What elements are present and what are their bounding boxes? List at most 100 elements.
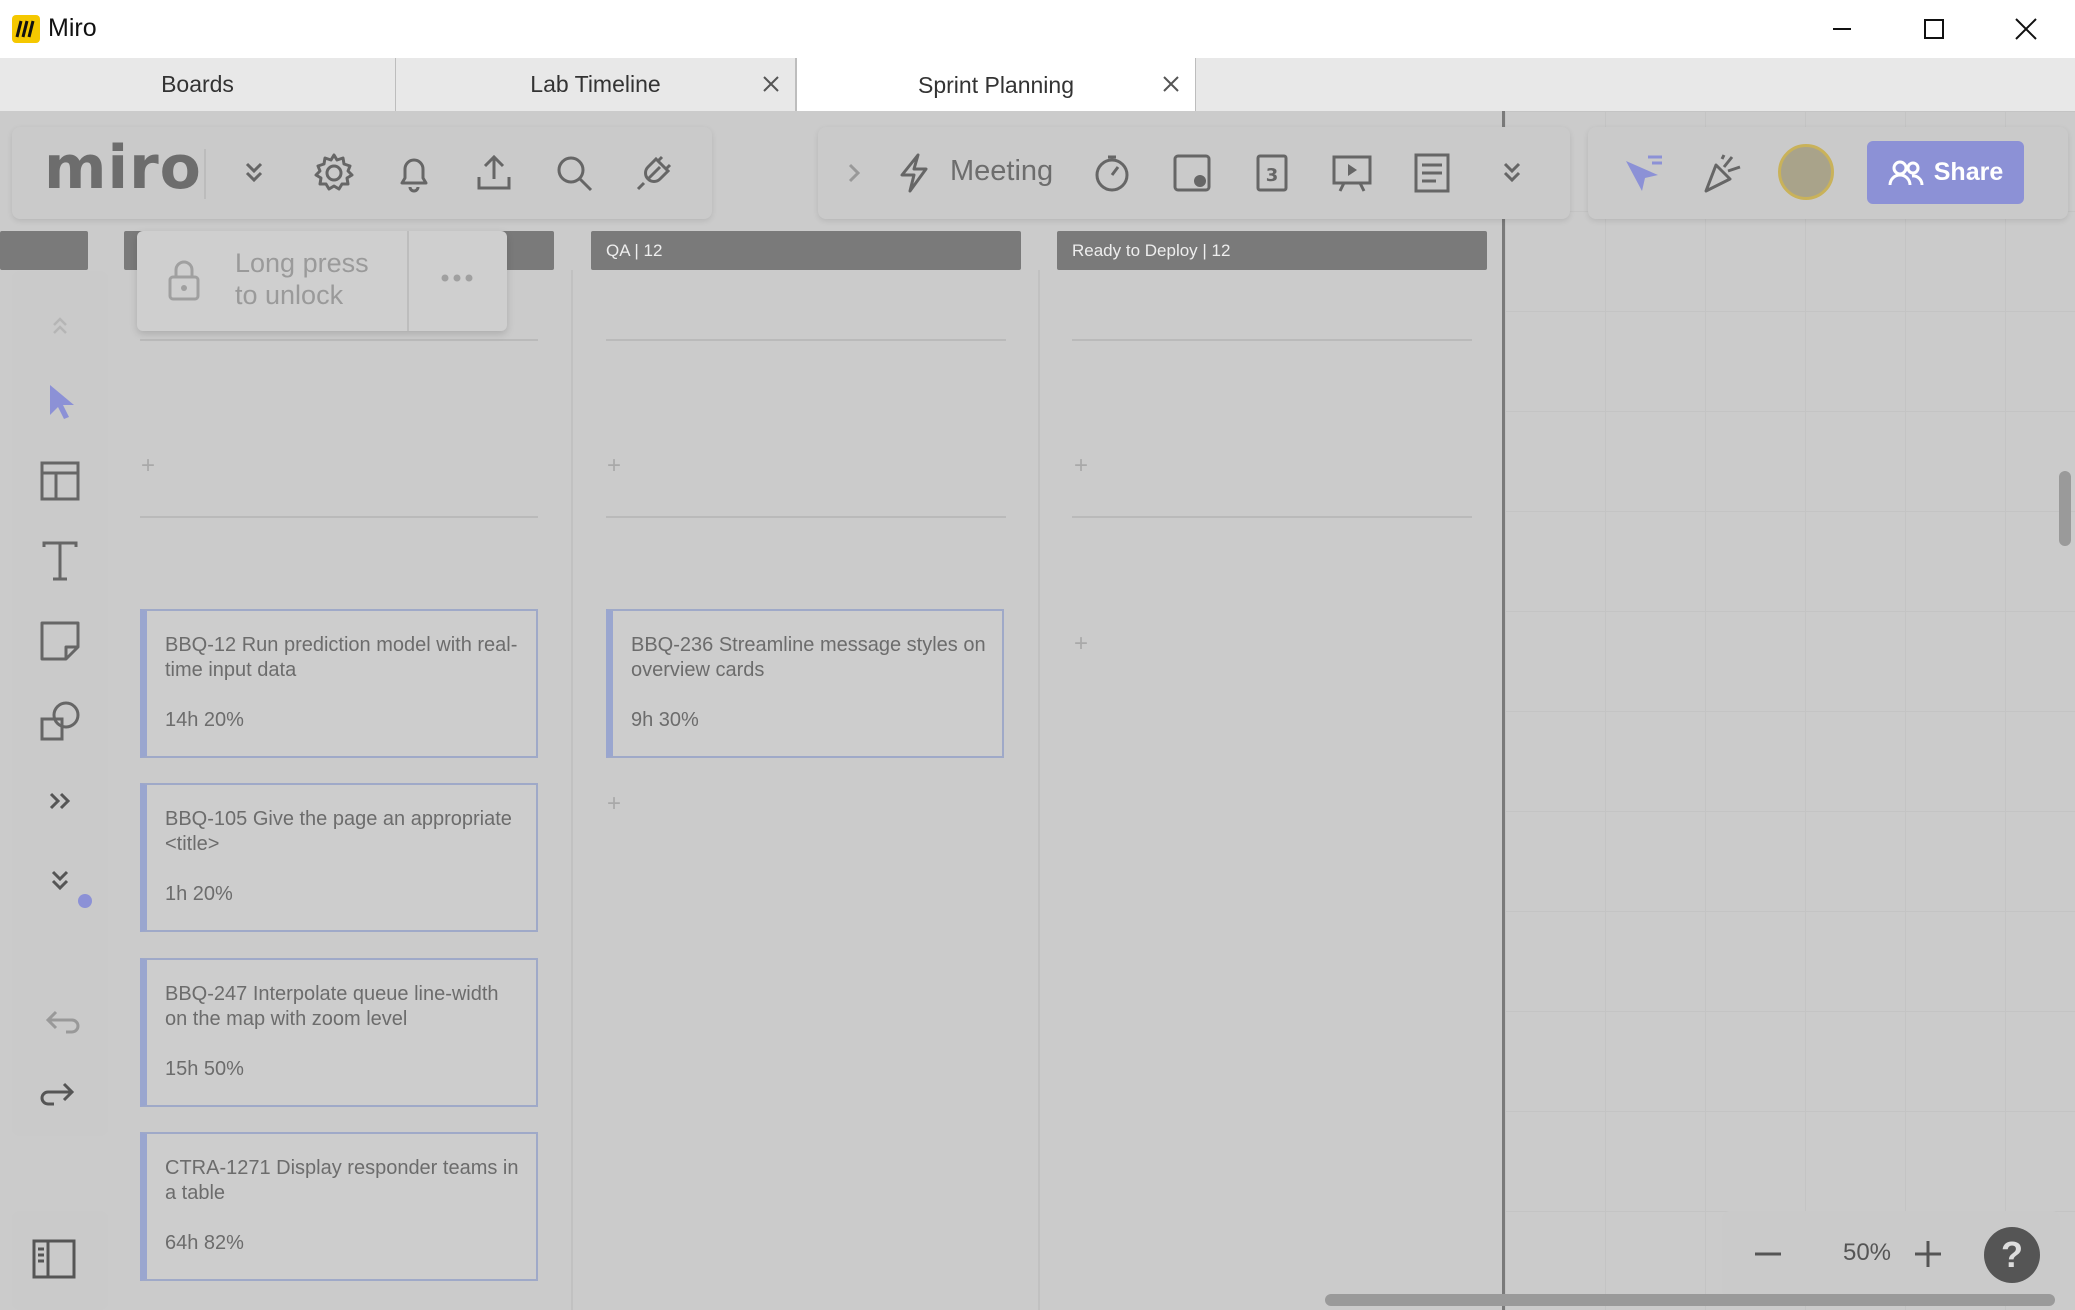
more-options-icon[interactable] bbox=[439, 271, 475, 285]
svg-text:3: 3 bbox=[1266, 165, 1279, 186]
gear-icon[interactable] bbox=[310, 149, 358, 197]
column-header[interactable] bbox=[0, 231, 88, 270]
chevron-double-down-icon[interactable] bbox=[36, 857, 84, 905]
close-window-button[interactable] bbox=[1980, 0, 2072, 58]
shapes-icon[interactable] bbox=[36, 697, 84, 745]
swimlane-line bbox=[1072, 339, 1472, 341]
chevron-right-icon[interactable] bbox=[830, 149, 878, 197]
undo-icon[interactable] bbox=[36, 999, 84, 1047]
sidebar-toggle-panel bbox=[12, 1211, 108, 1310]
card-title: CTRA-1271 Display responder teams in a t… bbox=[165, 1157, 519, 1204]
add-card-icon[interactable]: + bbox=[1071, 454, 1091, 478]
add-card-icon[interactable]: + bbox=[604, 792, 624, 816]
sidebar-toggle-icon[interactable] bbox=[30, 1235, 78, 1283]
add-card-icon[interactable]: + bbox=[1071, 632, 1091, 656]
voting-icon[interactable]: 3 bbox=[1248, 149, 1296, 197]
horizontal-scrollbar[interactable] bbox=[1325, 1294, 2055, 1306]
task-card[interactable]: BBQ-105 Give the page an appropriate <ti… bbox=[140, 783, 538, 932]
chevron-double-down-icon[interactable] bbox=[230, 149, 278, 197]
column-divider bbox=[571, 270, 573, 1310]
meeting-label[interactable]: Meeting bbox=[950, 155, 1053, 188]
tab-bar: Boards Lab Timeline Sprint Planning bbox=[0, 58, 2075, 112]
video-chat-icon[interactable] bbox=[1168, 149, 1216, 197]
popup-divider bbox=[407, 231, 409, 331]
main-toolbar: miro bbox=[12, 127, 712, 219]
card-title: BBQ-12 Run prediction model with real-ti… bbox=[165, 634, 518, 681]
column-divider bbox=[1038, 270, 1040, 1310]
minimize-button[interactable] bbox=[1796, 0, 1888, 58]
task-card[interactable]: BBQ-236 Streamline message styles on ove… bbox=[606, 609, 1004, 758]
card-title: BBQ-247 Interpolate queue line-width on … bbox=[165, 983, 499, 1030]
swimlane-line bbox=[1072, 516, 1472, 518]
close-icon[interactable] bbox=[759, 72, 783, 96]
task-card[interactable]: BBQ-247 Interpolate queue line-width on … bbox=[140, 958, 538, 1107]
redo-icon[interactable] bbox=[36, 1071, 84, 1119]
chevron-double-up-icon[interactable] bbox=[36, 301, 84, 349]
card-title: BBQ-236 Streamline message styles on ove… bbox=[631, 634, 986, 681]
tab-label: Sprint Planning bbox=[918, 71, 1074, 98]
sticky-note-icon[interactable] bbox=[36, 617, 84, 665]
collaboration-toolbar: Meeting 3 bbox=[818, 127, 1570, 219]
more-tools-icon[interactable] bbox=[36, 777, 84, 825]
share-button[interactable]: Share bbox=[1867, 141, 2024, 204]
tab-label: Boards bbox=[161, 71, 234, 97]
celebrate-icon[interactable] bbox=[1698, 149, 1746, 197]
close-icon[interactable] bbox=[1159, 72, 1183, 96]
card-title: BBQ-105 Give the page an appropriate <ti… bbox=[165, 808, 512, 855]
window-titlebar: Miro bbox=[0, 0, 2075, 59]
users-icon bbox=[1888, 159, 1924, 187]
search-icon[interactable] bbox=[550, 149, 598, 197]
swimlane-line bbox=[606, 516, 1006, 518]
lightning-icon[interactable] bbox=[890, 149, 938, 197]
help-button[interactable]: ? bbox=[1984, 1227, 2040, 1283]
lock-popup[interactable]: Long press to unlock bbox=[137, 231, 507, 331]
miro-app-icon bbox=[12, 15, 40, 43]
miro-logo[interactable]: miro bbox=[44, 133, 202, 203]
upload-icon[interactable] bbox=[470, 149, 518, 197]
bell-icon[interactable] bbox=[390, 149, 438, 197]
unlock-hint: Long press to unlock bbox=[235, 248, 369, 310]
toolbar-divider bbox=[204, 149, 206, 199]
board-canvas[interactable]: miro Meeting 3 Share QA | 12 Ready to De… bbox=[0, 111, 2075, 1310]
tab-sprint-planning[interactable]: Sprint Planning bbox=[796, 58, 1196, 112]
column-header[interactable]: Ready to Deploy | 12 bbox=[1057, 231, 1487, 270]
select-cursor-icon[interactable] bbox=[36, 377, 84, 425]
zoom-level[interactable]: 50% bbox=[1822, 1239, 1912, 1267]
templates-icon[interactable] bbox=[36, 457, 84, 505]
share-label: Share bbox=[1933, 158, 2004, 186]
card-estimate: 9h 30% bbox=[631, 709, 699, 731]
maximize-button[interactable] bbox=[1888, 0, 1980, 58]
card-estimate: 15h 50% bbox=[165, 1058, 244, 1080]
frame-edge bbox=[1502, 111, 1505, 1310]
task-card[interactable]: CTRA-1271 Display responder teams in a t… bbox=[140, 1132, 538, 1281]
task-card[interactable]: BBQ-12 Run prediction model with real-ti… bbox=[140, 609, 538, 758]
plug-icon[interactable] bbox=[630, 149, 678, 197]
card-estimate: 14h 20% bbox=[165, 709, 244, 731]
add-card-icon[interactable]: + bbox=[604, 454, 624, 478]
creation-toolbar bbox=[12, 271, 108, 1071]
text-tool-icon[interactable] bbox=[36, 537, 84, 585]
presentation-icon[interactable] bbox=[1328, 149, 1376, 197]
zoom-in-button[interactable] bbox=[1904, 1230, 1952, 1278]
swimlane-line bbox=[140, 339, 538, 341]
tab-lab-timeline[interactable]: Lab Timeline bbox=[396, 58, 796, 111]
avatar[interactable] bbox=[1778, 144, 1834, 200]
add-card-icon[interactable]: + bbox=[138, 454, 158, 478]
card-estimate: 64h 82% bbox=[165, 1232, 244, 1254]
vertical-scrollbar[interactable] bbox=[2059, 471, 2071, 546]
zoom-out-button[interactable] bbox=[1744, 1230, 1792, 1278]
window-title: Miro bbox=[48, 14, 97, 42]
tab-boards[interactable]: Boards bbox=[0, 58, 396, 111]
cursor-filter-icon[interactable] bbox=[1618, 149, 1666, 197]
swimlane-line bbox=[140, 516, 538, 518]
zoom-controls: 50% ? bbox=[1722, 1211, 2060, 1297]
timer-icon[interactable] bbox=[1088, 149, 1136, 197]
swimlane-line bbox=[606, 339, 1006, 341]
card-estimate: 1h 20% bbox=[165, 883, 233, 905]
lock-icon bbox=[167, 259, 201, 303]
notes-icon[interactable] bbox=[1408, 149, 1456, 197]
chevron-double-down-icon[interactable] bbox=[1488, 149, 1536, 197]
tab-label: Lab Timeline bbox=[530, 71, 661, 97]
column-header[interactable]: QA | 12 bbox=[591, 231, 1021, 270]
history-toolbar bbox=[12, 971, 108, 1136]
